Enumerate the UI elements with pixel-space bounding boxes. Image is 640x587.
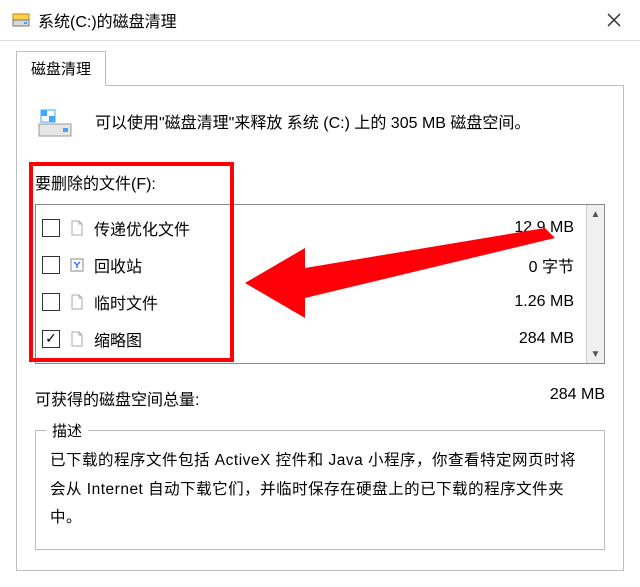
- total-value: 284 MB: [550, 386, 605, 410]
- recycle-bin-icon: [68, 256, 86, 274]
- list-item[interactable]: ✓ 缩略图 284 MB: [42, 320, 580, 357]
- description-body: 已下载的程序文件包括 ActiveX 控件和 Java 小程序，你查看特定网页时…: [50, 447, 590, 533]
- titlebar: 系统(C:)的磁盘清理: [0, 0, 640, 41]
- list-item-size: 1.26 MB: [514, 293, 580, 311]
- list-item-size: 12.9 MB: [514, 219, 580, 237]
- scroll-down-button[interactable]: ▼: [587, 345, 604, 363]
- list-item-label: 回收站: [94, 253, 521, 277]
- list-item-label: 临时文件: [94, 290, 506, 314]
- scrollbar[interactable]: ▲ ▼: [586, 205, 604, 363]
- checkbox[interactable]: [42, 256, 60, 274]
- checkbox[interactable]: ✓: [42, 330, 60, 348]
- description-group: 描述 已下载的程序文件包括 ActiveX 控件和 Java 小程序，你查看特定…: [35, 430, 605, 550]
- tab-disk-cleanup[interactable]: 磁盘清理: [16, 51, 106, 86]
- intro-text: 可以使用"磁盘清理"来释放 系统 (C:) 上的 305 MB 磁盘空间。: [95, 112, 530, 136]
- window-title: 系统(C:)的磁盘清理: [38, 8, 592, 32]
- drive-small-icon: [12, 11, 30, 29]
- list-item-label: 传递优化文件: [94, 216, 506, 240]
- files-to-delete-label: 要删除的文件(F):: [35, 170, 605, 194]
- checkbox[interactable]: [42, 293, 60, 311]
- tab-panel: 可以使用"磁盘清理"来释放 系统 (C:) 上的 305 MB 磁盘空间。 要删…: [16, 85, 624, 571]
- total-label: 可获得的磁盘空间总量:: [35, 386, 199, 410]
- close-button[interactable]: [592, 6, 636, 34]
- drive-icon: [35, 104, 75, 144]
- file-icon: [68, 293, 86, 311]
- scroll-up-button[interactable]: ▲: [587, 205, 604, 223]
- file-list: 传递优化文件 12.9 MB 回收站 0 字节临时文件 1.26 MB ✓ 缩略图 284 M…: [35, 204, 605, 364]
- list-item[interactable]: 回收站 0 字节: [42, 246, 580, 283]
- checkbox[interactable]: [42, 219, 60, 237]
- description-label: 描述: [46, 420, 88, 441]
- list-item-size: 0 字节: [529, 253, 580, 277]
- file-icon: [68, 330, 86, 348]
- list-item[interactable]: 传递优化文件 12.9 MB: [42, 209, 580, 246]
- file-icon: [68, 219, 86, 237]
- list-item-size: 284 MB: [519, 330, 580, 348]
- list-item[interactable]: 临时文件 1.26 MB: [42, 283, 580, 320]
- list-item-label: 缩略图: [94, 327, 511, 351]
